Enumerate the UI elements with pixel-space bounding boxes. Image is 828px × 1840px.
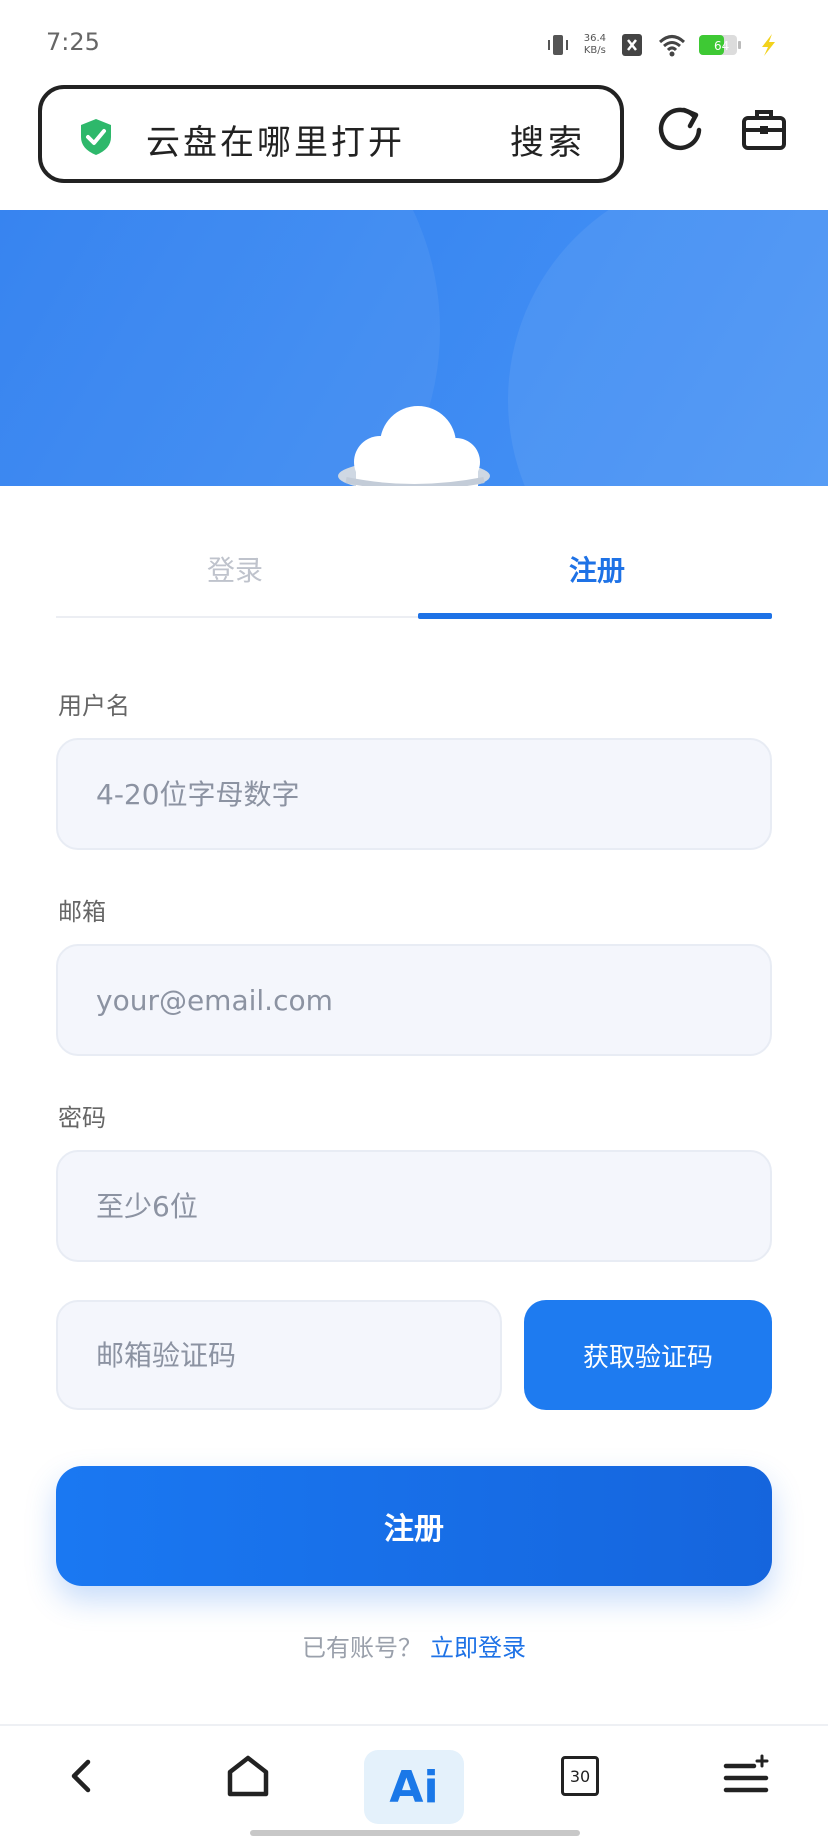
toolbox-icon[interactable]: [740, 106, 788, 154]
net-speed-value: 36.4: [583, 33, 606, 44]
verification-code-input[interactable]: [58, 1302, 500, 1408]
tab-login[interactable]: 登录: [56, 520, 414, 618]
code-field-box: [56, 1300, 502, 1410]
browser-bar: 云盘在哪里打开 搜索: [0, 80, 828, 208]
wifi-icon: [658, 35, 686, 57]
battery-icon: 64: [699, 35, 741, 55]
nav-back[interactable]: [52, 1746, 112, 1806]
password-label: 密码: [58, 1104, 106, 1132]
username-label: 用户名: [58, 692, 130, 720]
status-icons: 36.4 KB/s 64: [544, 28, 782, 62]
search-button[interactable]: 搜索: [510, 115, 586, 164]
email-field-box: [56, 944, 772, 1056]
get-code-button[interactable]: 获取验证码: [524, 1300, 772, 1410]
battery-level: 64: [714, 39, 729, 53]
ai-icon: Ai: [389, 1761, 439, 1813]
email-input[interactable]: [58, 946, 770, 1054]
back-arrow-icon: [71, 1759, 91, 1793]
charging-icon: [762, 34, 775, 56]
menu-icon: [723, 1754, 769, 1793]
home-indicator: [250, 1830, 580, 1836]
auth-tabs: 登录 注册: [56, 520, 772, 619]
hero-banner: [0, 210, 828, 486]
cloud-icon: [338, 406, 490, 486]
nav-home[interactable]: [218, 1746, 278, 1806]
net-speed-unit: KB/s: [583, 45, 606, 56]
address-text[interactable]: 云盘在哪里打开: [146, 115, 405, 164]
login-link[interactable]: 立即登录: [430, 1634, 526, 1662]
password-field-box: [56, 1150, 772, 1262]
has-account-text: 已有账号？: [302, 1634, 422, 1662]
email-label: 邮箱: [58, 898, 106, 926]
tab-register[interactable]: 注册: [418, 520, 776, 618]
password-input[interactable]: [58, 1152, 770, 1260]
status-bar: 7:25 36.4 KB/s 64: [0, 0, 828, 80]
username-input[interactable]: [58, 740, 770, 848]
username-field-box: [56, 738, 772, 850]
address-bar[interactable]: 云盘在哪里打开 搜索: [38, 85, 624, 183]
net-speed: 36.4 KB/s: [584, 33, 606, 57]
tab-count-icon: 30: [561, 1756, 599, 1796]
browser-bottom-nav: Ai 30: [0, 1724, 828, 1840]
active-tab-indicator: [418, 613, 772, 619]
register-button[interactable]: 注册: [56, 1466, 772, 1586]
login-switch-row: 已有账号？ 立即登录: [0, 1628, 828, 1663]
shield-check-icon: [81, 119, 111, 155]
nav-tabs[interactable]: 30: [550, 1746, 610, 1806]
status-time: 7:25: [46, 28, 100, 56]
close-box-icon: [622, 34, 642, 56]
vibrate-icon: [547, 35, 568, 55]
nav-menu[interactable]: [716, 1746, 776, 1806]
home-icon: [227, 1755, 269, 1797]
reload-icon[interactable]: [654, 104, 706, 156]
banner-decoration: [508, 210, 828, 486]
nav-ai[interactable]: Ai: [364, 1750, 464, 1824]
